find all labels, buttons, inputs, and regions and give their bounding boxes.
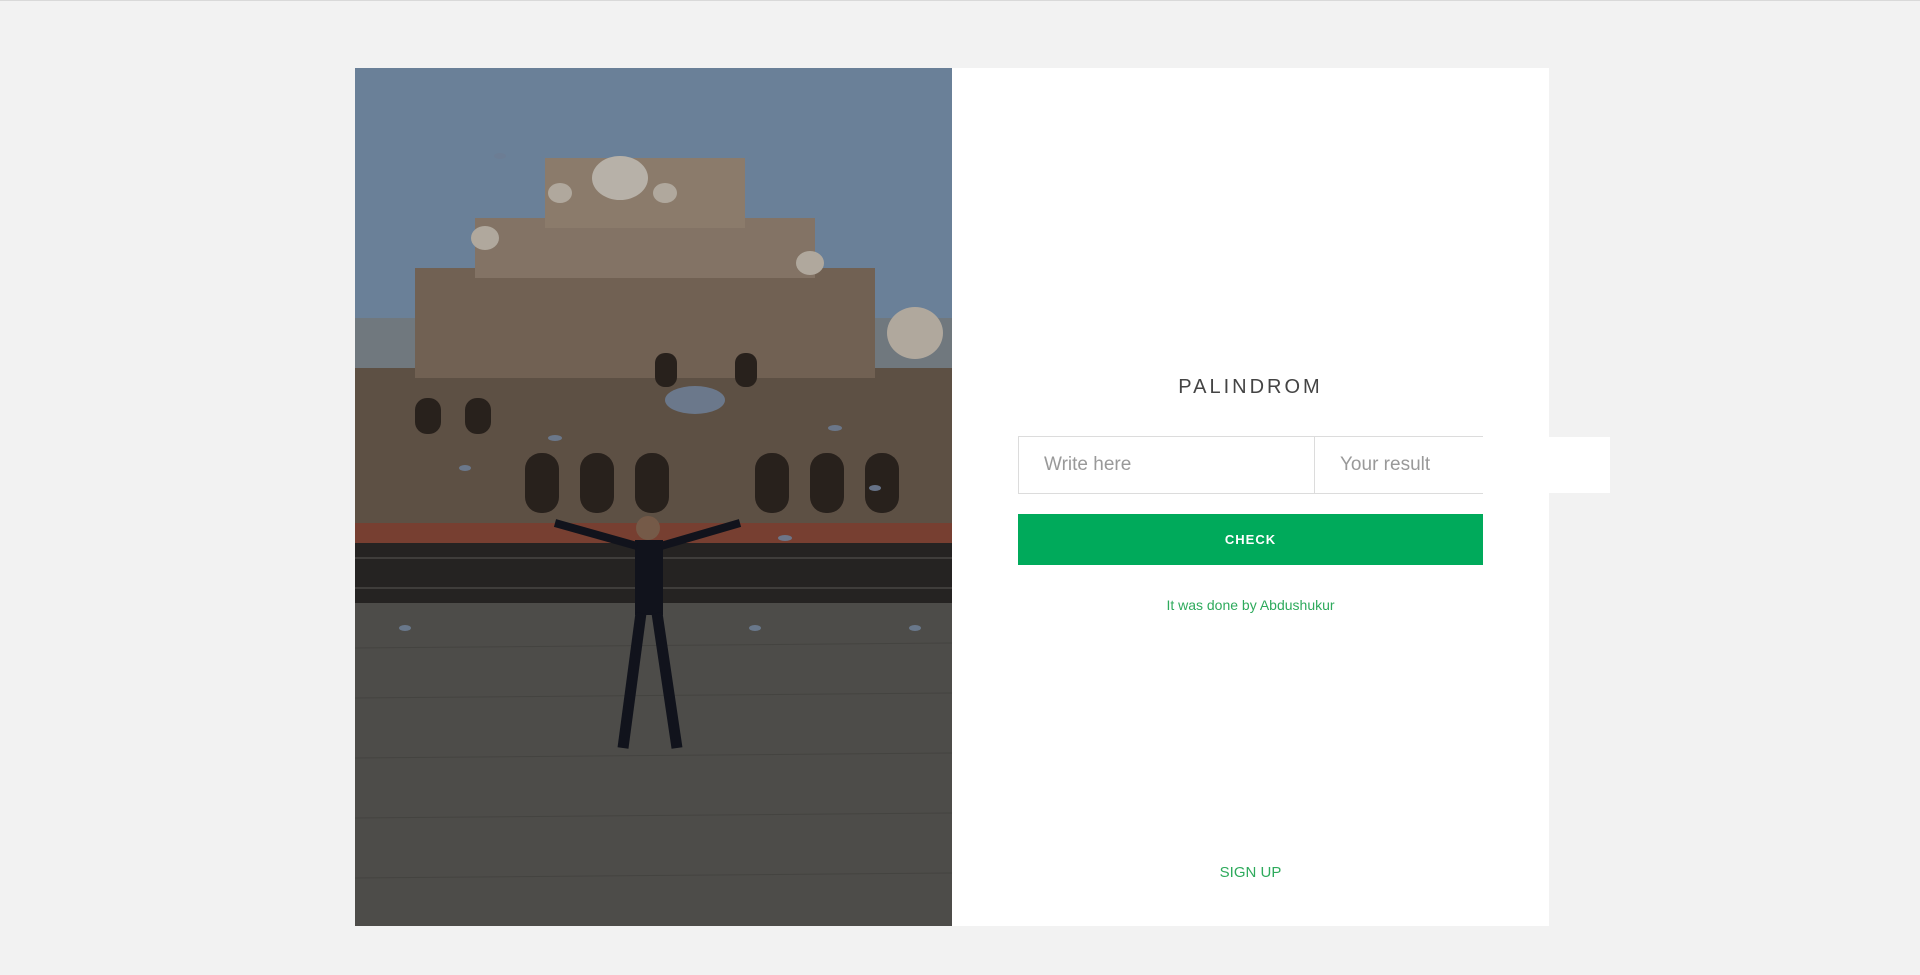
form-panel: PALINDROM CHECK It was done by Abdushuku… [952, 68, 1610, 926]
signup-link[interactable]: SIGN UP [952, 864, 1549, 881]
credit-text: It was done by Abdushukur [1166, 597, 1335, 613]
result-field[interactable] [1314, 437, 1610, 493]
input-group [1018, 436, 1610, 494]
top-border [0, 0, 1920, 1]
page-title: PALINDROM [1178, 376, 1323, 398]
hero-photo-illustration [355, 68, 952, 926]
login-card: PALINDROM CHECK It was done by Abdushuku… [355, 68, 1610, 926]
check-button[interactable]: CHECK [1018, 514, 1483, 565]
hero-photo [355, 68, 952, 926]
word-input[interactable] [1019, 437, 1314, 493]
